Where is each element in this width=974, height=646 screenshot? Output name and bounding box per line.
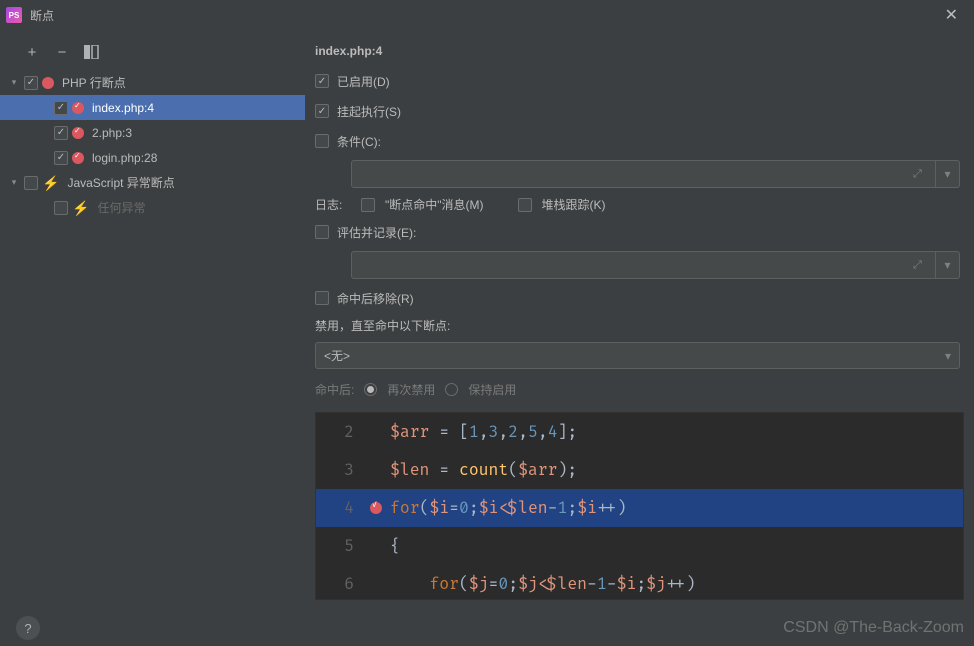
remove-after-label: 命中后移除(R) [337, 290, 414, 307]
tree-item-label: 任何异常 [97, 199, 145, 216]
chevron-down-icon[interactable]: ▾ [8, 77, 20, 88]
checkbox[interactable] [54, 201, 68, 215]
breakpoint-tree: ▾ PHP 行断点 index.php:4 2.php:3 login.php:… [0, 70, 305, 600]
condition-input[interactable]: ⤢ [351, 160, 936, 188]
details-title: index.php:4 [315, 44, 964, 58]
code-line: 6 for($j=0;$j<$len-1-$i;$j++) [316, 565, 963, 600]
code-line: 3 $len = count($arr); [316, 451, 963, 489]
log-label: 日志: [315, 196, 351, 213]
evaluate-label: 评估并记录(E): [337, 224, 416, 241]
radio-keep-label: 保持启用 [468, 381, 516, 398]
app-icon: PS [6, 7, 22, 23]
after-hit-row: 命中后: 再次禁用 保持启用 [315, 381, 964, 398]
evaluate-row: 评估并记录(E): [315, 221, 964, 243]
enabled-checkbox[interactable] [315, 74, 329, 88]
tree-group-label: JavaScript 异常断点 [67, 174, 174, 191]
titlebar: PS 断点 ✕ [0, 0, 974, 30]
expand-icon[interactable]: ⤢ [913, 168, 927, 181]
evaluate-input-row: ⤢ ▾ [351, 251, 960, 279]
radio-disable-label: 再次禁用 [387, 381, 435, 398]
tree-item-index[interactable]: index.php:4 [0, 95, 305, 120]
checkbox[interactable] [54, 151, 68, 165]
remove-after-row: 命中后移除(R) [315, 287, 964, 309]
add-button[interactable]: + [24, 44, 40, 60]
radio-disable-again[interactable] [364, 383, 377, 396]
tree-group-label: PHP 行断点 [62, 74, 126, 91]
footer: ? CSDN @The-Back-Zoom [16, 616, 964, 640]
help-button[interactable]: ? [16, 616, 40, 640]
code-text: $arr = [1,3,2,5,4]; [386, 422, 963, 442]
group-by-button[interactable] [84, 44, 100, 60]
suspend-label: 挂起执行(S) [337, 103, 401, 120]
code-text: for($i=0;$i<$len-1;$i++) [386, 498, 963, 518]
enabled-row: 已启用(D) [315, 70, 964, 92]
chevron-down-icon: ▾ [945, 349, 951, 363]
tree-item-label: login.php:28 [92, 151, 157, 165]
line-number: 4 [316, 498, 366, 518]
stack-label: 堆栈跟踪(K) [542, 196, 606, 213]
condition-history-button[interactable]: ▾ [936, 160, 960, 188]
line-number: 6 [316, 574, 366, 594]
code-text: $len = count($arr); [386, 460, 963, 480]
tree-item-2php[interactable]: 2.php:3 [0, 120, 305, 145]
right-panel: index.php:4 已启用(D) 挂起执行(S) 条件(C): ⤢ ▾ 日志… [305, 30, 974, 600]
condition-row: 条件(C): [315, 130, 964, 152]
exception-icon: ⚡ [42, 177, 59, 189]
condition-checkbox[interactable] [315, 134, 329, 148]
code-text: for($j=0;$j<$len-1-$i;$j++) [386, 574, 963, 594]
tree-group-js[interactable]: ▾ ⚡ JavaScript 异常断点 [0, 170, 305, 195]
remove-button[interactable]: − [54, 44, 70, 60]
disable-until-value: <无> [324, 347, 350, 364]
left-panel: + − ▾ PHP 行断点 index.php:4 2.php:3 [0, 30, 305, 600]
close-icon[interactable]: ✕ [935, 1, 968, 29]
tree-item-any-exception[interactable]: ⚡ 任何异常 [0, 195, 305, 220]
log-row: 日志: "断点命中"消息(M) 堆栈跟踪(K) [315, 196, 964, 213]
enabled-label: 已启用(D) [337, 73, 390, 90]
tree-group-php[interactable]: ▾ PHP 行断点 [0, 70, 305, 95]
suspend-row: 挂起执行(S) [315, 100, 964, 122]
checkbox[interactable] [54, 126, 68, 140]
stack-checkbox[interactable] [518, 198, 532, 212]
watermark: CSDN @The-Back-Zoom [783, 619, 964, 637]
remove-after-checkbox[interactable] [315, 291, 329, 305]
after-hit-label: 命中后: [315, 381, 354, 398]
breakpoint-verified-icon [72, 102, 84, 114]
code-text: { [386, 536, 963, 556]
checkbox[interactable] [54, 101, 68, 115]
checkbox[interactable] [24, 176, 38, 190]
breakpoint-icon [42, 77, 54, 89]
line-number: 2 [316, 422, 366, 442]
line-number: 3 [316, 460, 366, 480]
code-line: 5 { [316, 527, 963, 565]
suspend-checkbox[interactable] [315, 104, 329, 118]
checkbox[interactable] [24, 76, 38, 90]
window-title: 断点 [30, 7, 54, 24]
breakpoint-verified-icon [72, 152, 84, 164]
radio-keep-enabled[interactable] [445, 383, 458, 396]
disable-until-label: 禁用，直至命中以下断点: [315, 317, 964, 334]
expand-icon[interactable]: ⤢ [913, 259, 927, 272]
evaluate-history-button[interactable]: ▾ [936, 251, 960, 279]
exception-icon: ⚡ [72, 202, 89, 214]
evaluate-input[interactable]: ⤢ [351, 251, 936, 279]
tree-item-label: index.php:4 [92, 101, 154, 115]
evaluate-checkbox[interactable] [315, 225, 329, 239]
tree-item-login[interactable]: login.php:28 [0, 145, 305, 170]
tree-toolbar: + − [0, 38, 305, 70]
breakpoint-verified-icon [72, 127, 84, 139]
log-hit-label: "断点命中"消息(M) [385, 196, 484, 213]
tree-item-label: 2.php:3 [92, 126, 132, 140]
condition-input-row: ⤢ ▾ [351, 160, 960, 188]
chevron-down-icon[interactable]: ▾ [8, 177, 20, 188]
code-preview: 2 $arr = [1,3,2,5,4]; 3 $len = count($ar… [315, 412, 964, 600]
line-number: 5 [316, 536, 366, 556]
log-hit-checkbox[interactable] [361, 198, 375, 212]
code-line: 2 $arr = [1,3,2,5,4]; [316, 413, 963, 451]
condition-label: 条件(C): [337, 133, 381, 150]
disable-until-select[interactable]: <无> ▾ [315, 342, 960, 369]
code-line-current: 4 for($i=0;$i<$len-1;$i++) [316, 489, 963, 527]
breakpoint-verified-icon[interactable] [370, 502, 382, 514]
